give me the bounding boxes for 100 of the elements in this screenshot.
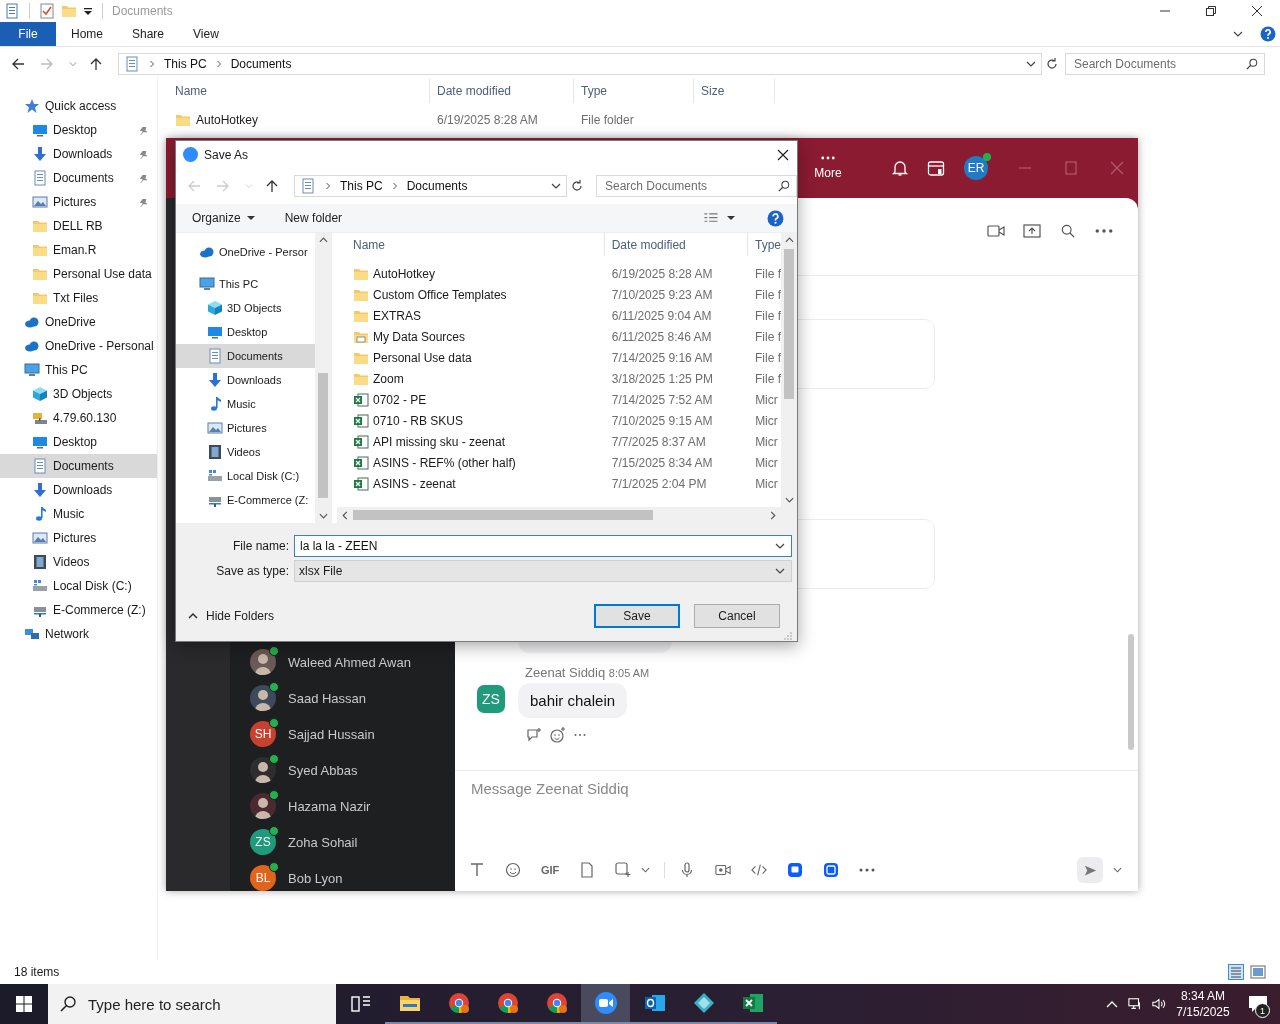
dropdown-icon[interactable]: [83, 6, 93, 16]
file-row[interactable]: Custom Office Templates 7/10/2025 9:23 AM File f: [337, 284, 781, 305]
user-avatar[interactable]: ER: [964, 156, 988, 180]
file-row[interactable]: 0710 - RB SKUS 7/10/2025 9:15 AM Micr: [337, 410, 781, 431]
volume-icon[interactable]: [1152, 997, 1166, 1011]
scroll-thumb[interactable]: [318, 373, 328, 498]
breadcrumb-link[interactable]: Documents: [230, 57, 292, 71]
nav-item[interactable]: OneDrive: [0, 310, 157, 334]
bell-icon[interactable]: [891, 159, 909, 177]
nav-item[interactable]: Pictures: [0, 526, 157, 550]
scrollbar[interactable]: [1128, 634, 1134, 750]
nav-item[interactable]: Desktop: [0, 430, 157, 454]
file-name-field[interactable]: la la la - ZEEN: [294, 535, 792, 557]
nav-item[interactable]: OneDrive - Persor: [176, 240, 315, 264]
nav-item[interactable]: This PC: [176, 272, 315, 296]
thumbnail-view-icon[interactable]: [1250, 964, 1266, 980]
more-dots-icon[interactable]: [574, 733, 586, 737]
scroll-down-icon[interactable]: [784, 497, 794, 503]
nav-item[interactable]: Downloads: [0, 142, 157, 166]
file-name[interactable]: AutoHotkey: [168, 108, 430, 132]
up-arrow-icon[interactable]: [265, 179, 279, 193]
dialog-button[interactable]: Cancel: [694, 604, 780, 628]
share-screen-icon[interactable]: [1023, 223, 1041, 238]
scroll-thumb[interactable]: [353, 510, 653, 520]
column-header[interactable]: Name: [337, 233, 605, 256]
column-header[interactable]: Type: [574, 79, 694, 103]
back-arrow-icon[interactable]: [11, 57, 25, 71]
nav-item[interactable]: 3D Objects: [0, 382, 157, 406]
nav-item[interactable]: Desktop: [0, 118, 157, 142]
breadcrumb-link[interactable]: This PC: [164, 57, 207, 71]
search-icon[interactable]: [1059, 223, 1077, 238]
file-row[interactable]: Zoom 3/18/2025 1:25 PM File f: [337, 368, 781, 389]
scroll-right-icon[interactable]: [770, 510, 776, 520]
column-header[interactable]: Date modified: [604, 233, 748, 256]
emoji-icon[interactable]: [505, 862, 521, 878]
nav-item[interactable]: Local Disk (C:): [0, 574, 157, 598]
refresh-icon[interactable]: [1045, 57, 1059, 71]
checklist-icon[interactable]: [39, 3, 55, 19]
scrollbar[interactable]: [337, 507, 797, 523]
nav-item[interactable]: 4.79.60.130: [0, 406, 157, 430]
file-row[interactable]: ASINS - REF% (other half) 7/15/2025 8:34 AM Micr: [337, 452, 781, 473]
caret-icon[interactable]: [727, 216, 735, 220]
reply-icon[interactable]: [526, 727, 542, 743]
message-field[interactable]: Message Zeenat Siddiq: [455, 771, 1138, 849]
more-button[interactable]: More: [808, 156, 848, 180]
nav-item[interactable]: Downloads: [0, 478, 157, 502]
refresh-icon[interactable]: [570, 179, 584, 193]
text-format-icon[interactable]: [469, 862, 485, 878]
dialog-button[interactable]: Save: [594, 604, 680, 628]
file-icon[interactable]: [579, 862, 596, 878]
nav-item[interactable]: Videos: [176, 440, 315, 464]
new-folder-button[interactable]: New folder: [284, 211, 343, 225]
clock[interactable]: 8:34 AM 7/15/2025: [1178, 988, 1228, 1020]
help-icon[interactable]: [1260, 26, 1276, 42]
code-icon[interactable]: [751, 862, 768, 878]
contact-item[interactable]: Hazama Nazir: [230, 788, 455, 824]
screenshot-icon[interactable]: [615, 862, 632, 878]
nav-item[interactable]: 3D Objects: [176, 296, 315, 320]
contact-item[interactable]: SH Sajjad Hussain: [230, 716, 455, 752]
taskbar-search-field[interactable]: Type here to search: [48, 984, 336, 1024]
search-field[interactable]: Search Documents: [596, 175, 797, 197]
nav-item[interactable]: Documents: [0, 454, 157, 478]
nav-item[interactable]: This PC: [0, 358, 157, 382]
scrollbar[interactable]: [315, 233, 331, 523]
organize-button[interactable]: Organize: [192, 211, 255, 225]
gif-button[interactable]: GIF: [541, 864, 560, 876]
notification-button[interactable]: 1: [1236, 984, 1280, 1024]
contact-item[interactable]: Syed Abbas: [230, 752, 455, 788]
column-header[interactable]: Name: [168, 79, 430, 103]
column-header[interactable]: Size: [694, 79, 775, 103]
send-button[interactable]: [1077, 857, 1103, 883]
address-bar[interactable]: This PC Documents: [294, 175, 567, 197]
hide-folders-button[interactable]: Hide Folders: [188, 609, 275, 623]
up-arrow-icon[interactable]: [89, 57, 103, 71]
video-camera-icon[interactable]: [987, 223, 1005, 238]
breadcrumb-link[interactable]: Documents: [406, 179, 468, 193]
app-icon[interactable]: [823, 862, 840, 878]
calendar-icon[interactable]: [927, 159, 945, 177]
ribbon-tab[interactable]: File: [0, 22, 56, 46]
file-type-dropdown[interactable]: xlsx File: [294, 560, 792, 582]
contact-item[interactable]: BL Bob Lyon: [230, 860, 455, 891]
nav-item[interactable]: Network: [0, 622, 157, 646]
scroll-thumb[interactable]: [784, 249, 794, 399]
nav-item[interactable]: Personal Use data: [0, 262, 157, 286]
ribbon-tab[interactable]: Home: [57, 22, 117, 46]
nav-item[interactable]: Downloads: [176, 368, 315, 392]
file-row[interactable]: ASINS - zeenat 7/1/2025 2:04 PM Micr: [337, 473, 781, 494]
nav-item[interactable]: Pictures: [0, 190, 157, 214]
scroll-up-icon[interactable]: [318, 237, 328, 243]
nav-item[interactable]: Eman.R: [0, 238, 157, 262]
contact-item[interactable]: Saad Hassan: [230, 680, 455, 716]
nav-item[interactable]: Local Disk (C:): [176, 464, 315, 488]
scrollbar[interactable]: [781, 233, 797, 507]
nav-item[interactable]: Txt Files: [0, 286, 157, 310]
ribbon-tab[interactable]: View: [179, 22, 233, 46]
details-view-icon[interactable]: [1228, 964, 1244, 980]
column-header[interactable]: Date modified: [430, 79, 574, 103]
app-icon[interactable]: [787, 862, 804, 878]
show-hidden-icons-icon[interactable]: [1106, 1000, 1118, 1008]
add-reaction-icon[interactable]: [550, 727, 566, 743]
